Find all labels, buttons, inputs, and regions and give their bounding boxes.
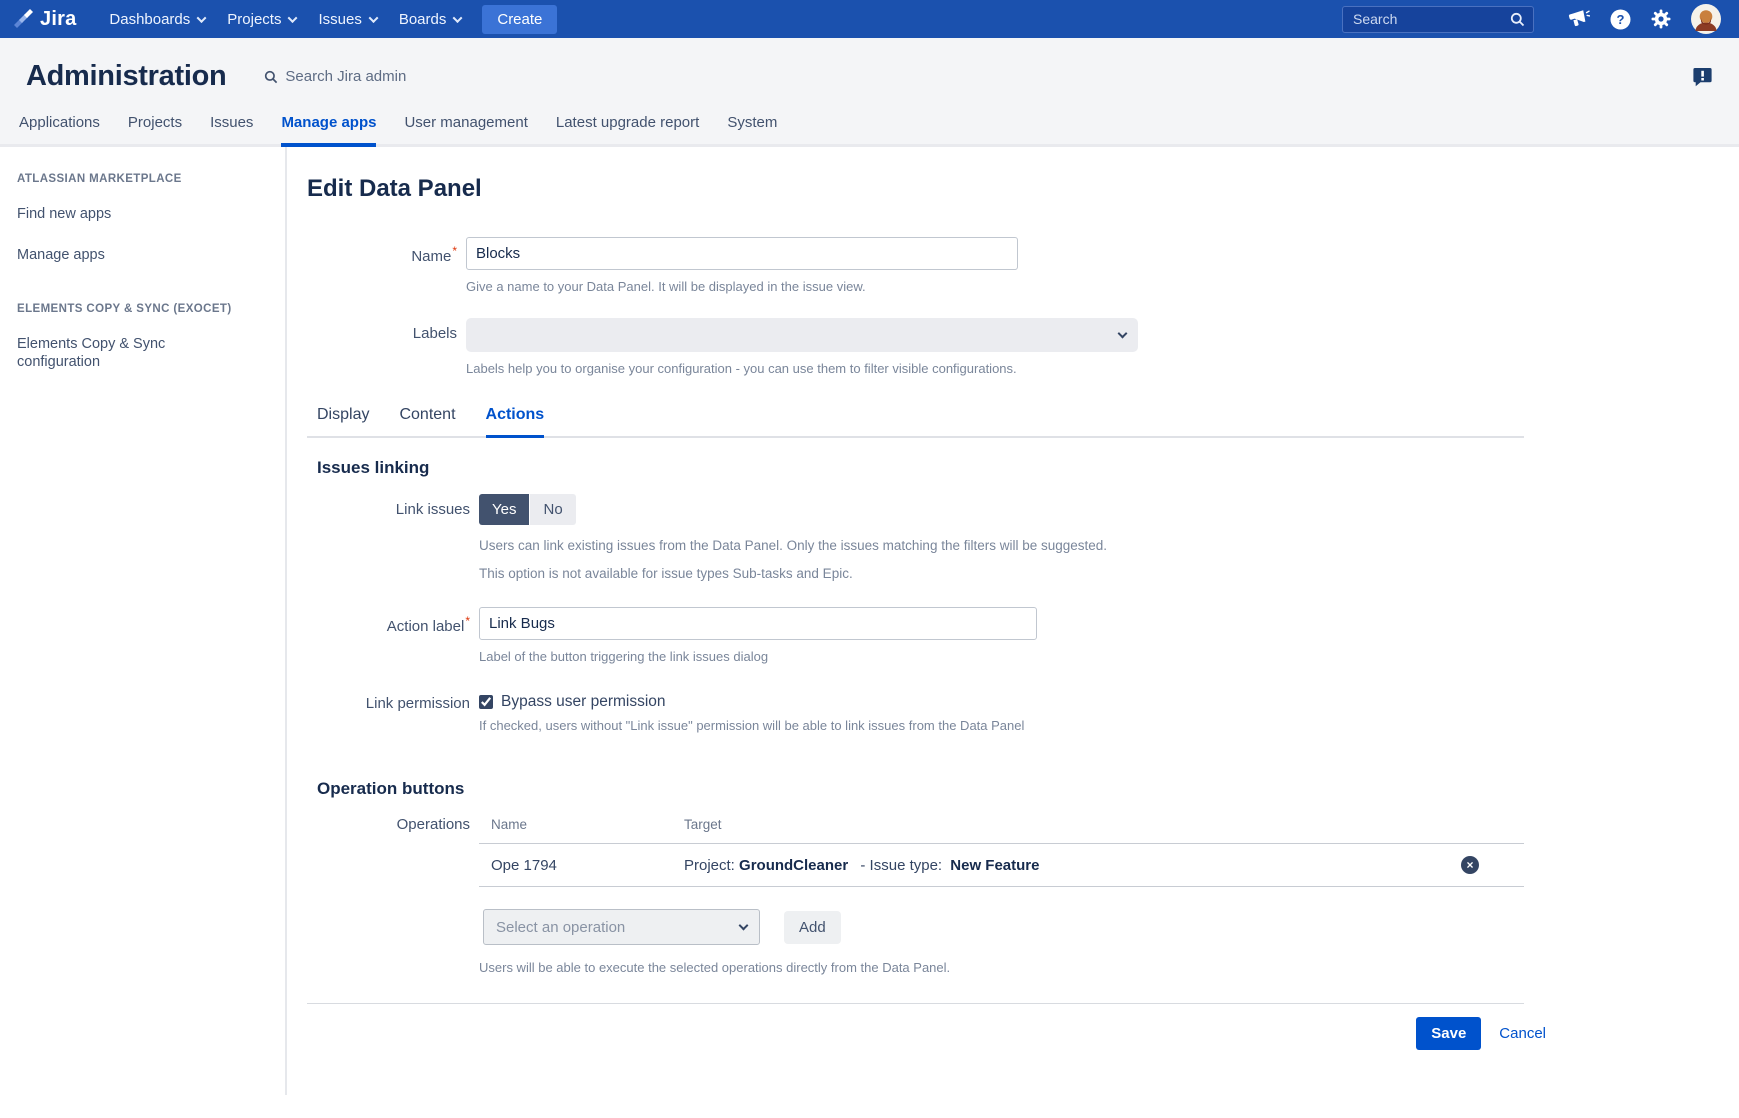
action-label-label: Action label* bbox=[307, 607, 470, 664]
tab-projects[interactable]: Projects bbox=[128, 114, 182, 144]
chevron-down-icon bbox=[197, 13, 207, 23]
tab-user-management[interactable]: User management bbox=[404, 114, 527, 144]
operation-target: Project: GroundCleaner - Issue type: New… bbox=[684, 857, 1461, 874]
operation-select-placeholder: Select an operation bbox=[496, 919, 740, 936]
name-help-text: Give a name to your Data Panel. It will … bbox=[466, 279, 1524, 294]
link-issues-label: Link issues bbox=[307, 494, 470, 581]
operations-help-text: Users will be able to execute the select… bbox=[479, 960, 1524, 975]
nav-dashboards[interactable]: Dashboards bbox=[98, 0, 216, 38]
page-title: Administration bbox=[26, 60, 226, 93]
table-row: Ope 1794 Project: GroundCleaner - Issue … bbox=[479, 844, 1524, 887]
link-issues-toggle: Yes No bbox=[479, 494, 576, 525]
target-project-value: GroundCleaner bbox=[739, 857, 848, 874]
create-button[interactable]: Create bbox=[482, 5, 557, 34]
bypass-user-permission-label: Bypass user permission bbox=[501, 693, 666, 711]
save-button[interactable]: Save bbox=[1416, 1017, 1481, 1050]
chevron-down-icon bbox=[453, 13, 463, 23]
chevron-down-icon bbox=[288, 13, 298, 23]
remove-operation-icon[interactable]: × bbox=[1461, 856, 1479, 874]
brand-name: Jira bbox=[40, 8, 76, 31]
tab-manage-apps[interactable]: Manage apps bbox=[281, 114, 376, 147]
sidebar-gap bbox=[17, 287, 271, 303]
top-navbar: Jira Dashboards Projects Issues Boards C… bbox=[0, 0, 1739, 38]
help-icon[interactable]: ? bbox=[1610, 9, 1631, 30]
jira-logo-icon bbox=[12, 7, 36, 31]
tab-latest-upgrade-report[interactable]: Latest upgrade report bbox=[556, 114, 699, 144]
nav-projects[interactable]: Projects bbox=[216, 0, 307, 38]
link-issues-help-1: Users can link existing issues from the … bbox=[479, 538, 1524, 553]
operation-buttons-heading: Operation buttons bbox=[307, 779, 1524, 799]
feedback-icon[interactable] bbox=[1691, 66, 1713, 88]
operation-name: Ope 1794 bbox=[491, 857, 684, 874]
link-issues-yes-button[interactable]: Yes bbox=[479, 494, 529, 525]
link-permission-help-text: If checked, users without "Link issue" p… bbox=[479, 718, 1524, 733]
required-marker: * bbox=[465, 614, 470, 628]
sidebar-heading-marketplace: ATLASSIAN MARKETPLACE bbox=[17, 173, 271, 185]
admin-search-placeholder: Search Jira admin bbox=[285, 68, 406, 85]
labels-help-text: Labels help you to organise your configu… bbox=[466, 361, 1524, 376]
panel-tab-bar: Display Content Actions bbox=[307, 406, 1524, 438]
target-project-label: Project: bbox=[684, 857, 735, 874]
issues-linking-heading: Issues linking bbox=[307, 458, 1524, 478]
search-icon bbox=[264, 70, 278, 84]
labels-select[interactable] bbox=[466, 318, 1138, 352]
add-operation-button[interactable]: Add bbox=[784, 911, 841, 944]
chevron-down-icon bbox=[368, 13, 378, 23]
gear-icon[interactable] bbox=[1651, 9, 1671, 29]
avatar[interactable] bbox=[1691, 4, 1721, 34]
cancel-button[interactable]: Cancel bbox=[1499, 1025, 1546, 1042]
nav-issues[interactable]: Issues bbox=[307, 0, 387, 38]
tab-issues[interactable]: Issues bbox=[210, 114, 253, 144]
name-label: Name* bbox=[307, 237, 457, 294]
svg-text:?: ? bbox=[1617, 12, 1625, 27]
edit-data-panel-title: Edit Data Panel bbox=[307, 175, 1524, 203]
megaphone-icon[interactable] bbox=[1568, 9, 1590, 29]
chevron-down-icon bbox=[739, 921, 749, 931]
sidebar: ATLASSIAN MARKETPLACE Find new apps Mana… bbox=[0, 147, 287, 1095]
operations-label: Operations bbox=[307, 813, 470, 975]
tab-system[interactable]: System bbox=[727, 114, 777, 144]
target-issue-type-label: - Issue type: bbox=[860, 857, 942, 874]
operations-table-header: Name Target bbox=[479, 813, 1524, 844]
link-issues-help-2: This option is not available for issue t… bbox=[479, 566, 1524, 581]
name-field[interactable] bbox=[466, 237, 1018, 270]
sidebar-item-find-new-apps[interactable]: Find new apps bbox=[17, 205, 192, 223]
chevron-down-icon bbox=[1118, 329, 1128, 339]
admin-tab-bar: Applications Projects Issues Manage apps… bbox=[0, 114, 1739, 147]
sidebar-heading-exocet: ELEMENTS COPY & SYNC (EXOCET) bbox=[17, 303, 271, 315]
nav-projects-label: Projects bbox=[227, 11, 281, 28]
admin-header: Administration Search Jira admin Applica… bbox=[0, 38, 1739, 147]
link-issues-no-button[interactable]: No bbox=[530, 494, 575, 525]
nav-boards-label: Boards bbox=[399, 11, 447, 28]
admin-search-input[interactable]: Search Jira admin bbox=[264, 68, 406, 85]
action-label-help-text: Label of the button triggering the link … bbox=[479, 649, 1524, 664]
nav-search-placeholder: Search bbox=[1353, 11, 1510, 27]
operations-column-target: Target bbox=[684, 817, 722, 832]
sidebar-item-manage-apps[interactable]: Manage apps bbox=[17, 246, 192, 264]
tab-applications[interactable]: Applications bbox=[19, 114, 100, 144]
labels-label: Labels bbox=[307, 318, 457, 376]
footer-divider bbox=[307, 1003, 1524, 1004]
tab-actions[interactable]: Actions bbox=[486, 406, 545, 438]
target-issue-type-value: New Feature bbox=[950, 857, 1039, 874]
operation-select[interactable]: Select an operation bbox=[483, 909, 760, 945]
sidebar-item-elements-copy-sync-configuration[interactable]: Elements Copy & Sync configuration bbox=[17, 335, 192, 371]
action-label-field[interactable] bbox=[479, 607, 1037, 640]
nav-search-input[interactable]: Search bbox=[1342, 6, 1534, 33]
tab-content[interactable]: Content bbox=[399, 406, 455, 436]
operations-column-name: Name bbox=[491, 817, 684, 832]
nav-dashboards-label: Dashboards bbox=[109, 11, 190, 28]
required-marker: * bbox=[452, 244, 457, 258]
nav-boards[interactable]: Boards bbox=[388, 0, 473, 38]
tab-display[interactable]: Display bbox=[317, 406, 369, 436]
nav-issues-label: Issues bbox=[318, 11, 361, 28]
link-permission-label: Link permission bbox=[307, 688, 470, 733]
bypass-user-permission-checkbox[interactable] bbox=[479, 695, 493, 709]
search-icon bbox=[1510, 12, 1525, 27]
main-content: Edit Data Panel Name* Give a name to you… bbox=[287, 147, 1739, 1095]
jira-logo[interactable]: Jira bbox=[12, 7, 76, 31]
